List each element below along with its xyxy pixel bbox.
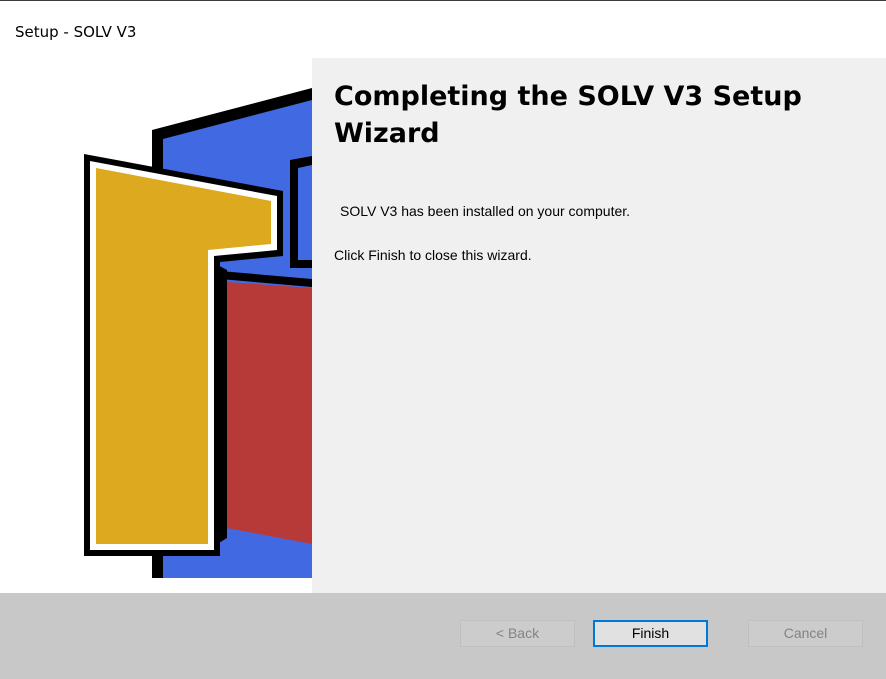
wizard-content-panel: Completing the SOLV V3 Setup Wizard SOLV… xyxy=(312,58,886,593)
finish-instruction: Click Finish to close this wizard. xyxy=(334,247,532,263)
cancel-button: Cancel xyxy=(748,620,863,647)
setup-wizard-window: Setup - SOLV V3 Completing the SOLV V3 S… xyxy=(0,0,886,679)
wizard-heading: Completing the SOLV V3 Setup Wizard xyxy=(334,81,802,149)
window-title: Setup - SOLV V3 xyxy=(15,23,137,41)
logo-red-outline-left xyxy=(214,263,227,546)
wizard-footer: < Back Finish Cancel xyxy=(0,593,886,679)
installed-message: SOLV V3 has been installed on your compu… xyxy=(340,203,631,219)
title-bar[interactable]: Setup - SOLV V3 xyxy=(0,1,886,58)
finish-button[interactable]: Finish xyxy=(593,620,708,647)
back-button: < Back xyxy=(460,620,575,647)
solv-logo-icon xyxy=(84,88,312,578)
logo-red-panel xyxy=(227,282,312,544)
logo-blue-inner-fill xyxy=(298,165,312,260)
wizard-side-image xyxy=(0,58,312,593)
